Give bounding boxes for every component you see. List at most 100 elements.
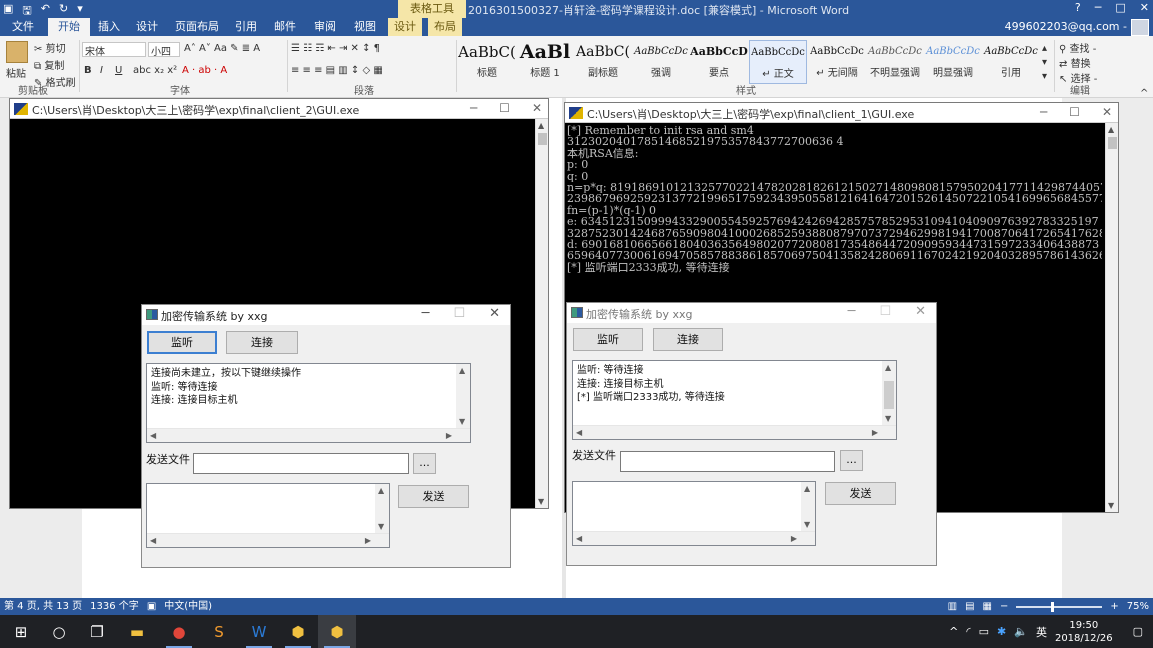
scroll-thumb[interactable] — [538, 133, 547, 145]
sublime-text-icon[interactable]: S — [200, 615, 238, 648]
tab-page-layout[interactable]: 页面布局 — [170, 18, 224, 36]
zoom-slider[interactable] — [1016, 601, 1103, 612]
close-icon[interactable]: ✕ — [1140, 1, 1149, 14]
message-textarea[interactable]: ▲ ▼ ◀ ▶ — [572, 481, 816, 546]
style-title[interactable]: AaBbC(标题 — [458, 40, 516, 84]
minimize-icon[interactable]: ─ — [848, 304, 856, 319]
font-name-select[interactable]: 宋体 — [82, 42, 146, 58]
file-path-input[interactable] — [193, 453, 409, 474]
dialog-titlebar[interactable]: 加密传输系统 by xxg ─ ☐ ✕ — [567, 303, 936, 323]
text-effects-icon[interactable]: A · ab · A — [182, 65, 227, 76]
styles-gallery-scroll[interactable]: ▴ ▾ ▾ — [1042, 42, 1047, 84]
help-icon[interactable]: ? — [1075, 1, 1081, 14]
scroll-down-icon[interactable]: ▼ — [378, 522, 384, 531]
replace-button[interactable]: ⇄ 替换 — [1059, 55, 1091, 70]
tab-table-design[interactable]: 设计 — [388, 18, 422, 36]
tab-references[interactable]: 引用 — [229, 18, 263, 36]
scroll-up-icon[interactable]: ▲ — [538, 121, 544, 130]
scroll-up-icon[interactable]: ▲ — [378, 486, 384, 495]
browse-button[interactable]: ... — [413, 453, 436, 474]
minimize-icon[interactable]: ─ — [1095, 1, 1102, 14]
scroll-left-icon[interactable]: ◀ — [576, 534, 582, 543]
style-strong[interactable]: AaBbCcD 要点 — [690, 40, 748, 84]
scroll-up-icon[interactable]: ▲ — [804, 484, 810, 493]
message-vertical-scrollbar[interactable]: ▲ ▼ — [375, 484, 389, 533]
send-button[interactable]: 发送 — [825, 482, 896, 505]
tab-insert[interactable]: 插入 — [92, 18, 126, 36]
strike-sub-sup-icons[interactable]: abc x₂ x² — [133, 65, 177, 76]
minimize-icon[interactable]: ─ — [1040, 105, 1047, 119]
bluetooth-icon[interactable]: ✱ — [997, 625, 1006, 638]
windows-start-icon[interactable]: ⊞ — [2, 615, 40, 648]
browse-button[interactable]: ... — [840, 450, 863, 471]
style-subtitle[interactable]: AaBbC(副标题 — [574, 40, 632, 84]
tab-mailings[interactable]: 邮件 — [268, 18, 302, 36]
avatar[interactable] — [1131, 19, 1149, 36]
style-heading-1[interactable]: AaBl 标题 1 — [516, 40, 574, 84]
log-listbox[interactable]: 连接尚未建立，按以下键继续操作 监听: 等待连接 连接: 连接目标主机 ▲ ▼ ◀ … — [146, 363, 471, 443]
style-subtle-emphasis[interactable]: AaBbCcDc 不明显强调 — [866, 40, 924, 84]
chrome-icon[interactable]: ● — [160, 615, 198, 648]
scroll-down-icon[interactable]: ▼ — [804, 520, 810, 529]
paste-button[interactable]: 粘贴 — [6, 65, 26, 80]
wifi-icon[interactable]: ◜ — [966, 625, 970, 638]
ime-indicator[interactable]: 英 — [1036, 624, 1047, 640]
close-icon[interactable]: ✕ — [532, 101, 542, 115]
clock[interactable]: 19:50 2018/12/26 — [1055, 619, 1113, 645]
font-size-select[interactable]: 小四 — [148, 42, 180, 58]
word-icon[interactable]: W — [240, 615, 278, 648]
tab-home[interactable]: 开始 — [48, 18, 90, 36]
style-quote[interactable]: AaBbCcDc 引用 — [982, 40, 1040, 84]
show-hidden-icons-icon[interactable]: ^ — [949, 625, 958, 638]
listen-button[interactable]: 监听 — [147, 331, 217, 354]
web-layout-icon[interactable]: ▦ — [983, 598, 992, 615]
connect-button[interactable]: 连接 — [226, 331, 298, 354]
task-view-icon[interactable]: ❐ — [78, 615, 116, 648]
console-scrollbar[interactable]: ▲ ▼ — [535, 119, 548, 508]
transfer-dialog-right[interactable]: 加密传输系统 by xxg ─ ☐ ✕ 监听 连接 监听: 等待连接 连接: 连接… — [566, 302, 937, 566]
scroll-up-icon[interactable]: ▲ — [885, 363, 891, 372]
volume-icon[interactable]: 🔈 — [1014, 625, 1028, 638]
scroll-up-icon[interactable]: ▲ — [1108, 125, 1114, 134]
style-normal[interactable]: AaBbCcDc ↵ 正文 — [749, 40, 807, 84]
tab-view[interactable]: 视图 — [348, 18, 382, 36]
console-scrollbar[interactable]: ▲ ▼ — [1105, 123, 1118, 512]
zoom-slider-thumb[interactable] — [1051, 601, 1055, 612]
battery-icon[interactable]: ▭ — [979, 625, 989, 638]
align-icons[interactable]: ≡ ≡ ≡ ▤ ▥ ↕ ◇ ▦ — [291, 65, 383, 76]
find-button[interactable]: ⚲ 查找 - — [1059, 40, 1096, 55]
notifications-icon[interactable]: ▢ — [1133, 625, 1143, 638]
proofing-icon[interactable]: ▣ — [147, 598, 156, 615]
maximize-icon[interactable]: ☐ — [1069, 105, 1080, 119]
word-count[interactable]: 1336 个字 — [90, 598, 139, 615]
file-explorer-icon[interactable]: ▬ — [118, 615, 156, 648]
account-name[interactable]: 499602203@qq.com - — [1005, 18, 1127, 36]
message-vertical-scrollbar[interactable]: ▲ ▼ — [801, 482, 815, 531]
scroll-thumb[interactable] — [884, 381, 894, 409]
search-icon[interactable]: ○ — [40, 615, 78, 648]
message-textarea[interactable]: ▲ ▼ ◀ ▶ — [146, 483, 390, 548]
zoom-in-icon[interactable]: + — [1110, 598, 1118, 615]
zoom-out-icon[interactable]: − — [1000, 598, 1008, 615]
log-horizontal-scrollbar[interactable]: ◀ ▶ — [147, 428, 470, 442]
close-icon[interactable]: ✕ — [1102, 105, 1112, 119]
minimize-icon[interactable]: ─ — [470, 101, 477, 115]
scroll-thumb[interactable] — [1108, 137, 1117, 149]
log-vertical-scrollbar[interactable]: ▲ ▼ — [456, 364, 470, 428]
tab-design[interactable]: 设计 — [130, 18, 164, 36]
message-horizontal-scrollbar[interactable]: ◀ ▶ — [573, 531, 815, 545]
language-indicator[interactable]: 中文(中国) — [164, 598, 212, 615]
message-horizontal-scrollbar[interactable]: ◀ ▶ — [147, 533, 389, 547]
close-icon[interactable]: ✕ — [915, 304, 926, 319]
scroll-down-icon[interactable]: ▼ — [459, 417, 465, 426]
scroll-up-icon[interactable]: ▲ — [459, 366, 465, 375]
page-count[interactable]: 第 4 页, 共 13 页 — [4, 598, 82, 615]
tab-review[interactable]: 审阅 — [308, 18, 342, 36]
scroll-right-icon[interactable]: ▶ — [791, 534, 797, 543]
file-path-input[interactable] — [620, 451, 835, 472]
list-icons[interactable]: ☰ ☷ ☶ ⇤ ⇥ ✕ ↕ ¶ — [291, 43, 380, 54]
console-titlebar[interactable]: C:\Users\肖\Desktop\大三上\密码学\exp\final\cli… — [565, 103, 1118, 123]
log-listbox[interactable]: 监听: 等待连接 连接: 连接目标主机 [*] 监听端口2333成功, 等待连接 ▲… — [572, 360, 897, 440]
font-size-tools-icon[interactable]: A˄ A˅ Aa ✎ ≣ A — [184, 43, 260, 54]
close-icon[interactable]: ✕ — [489, 306, 500, 321]
